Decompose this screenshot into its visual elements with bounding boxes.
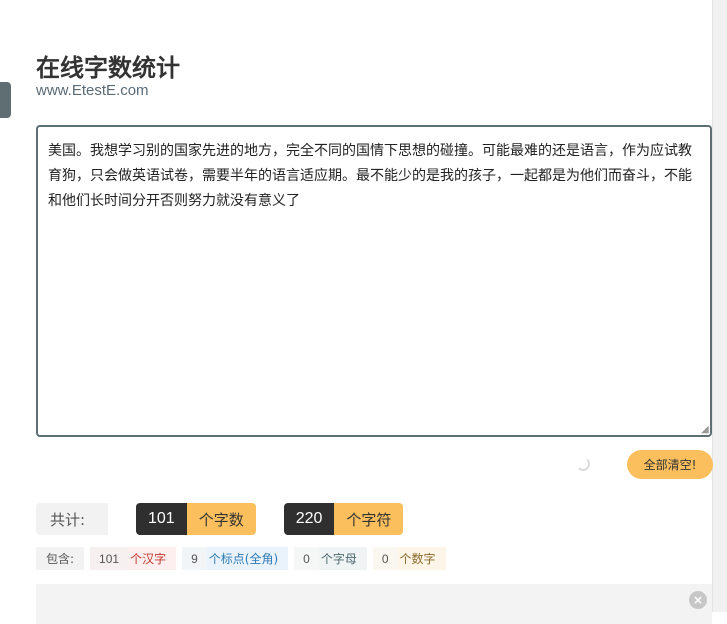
char-count-value: 101: [136, 503, 187, 535]
text-input[interactable]: 美国。我想学习别的国家先进的地方，完全不同的国情下思想的碰撞。可能最难的还是语言…: [36, 125, 712, 437]
digit-count-unit: 个数字: [397, 547, 446, 570]
digit-count-value: 0: [372, 547, 398, 570]
char-count-badge: 101 个字数: [136, 503, 256, 535]
loading-spinner-icon: [576, 457, 590, 471]
symbol-count-unit: 个字符: [334, 503, 404, 535]
punctuation-count-chip: 9 个标点(全角): [182, 547, 289, 570]
breakdown-stats: 包含: 101 个汉字 9 个标点(全角) 0 个字母 0 个数字: [36, 547, 446, 570]
page-title: 在线字数统计: [36, 54, 180, 82]
hanzi-count-unit: 个汉字: [128, 547, 177, 570]
char-count-unit: 个字数: [186, 503, 256, 535]
resize-handle-icon[interactable]: ◢: [701, 425, 711, 435]
total-label: 共计:: [36, 503, 108, 535]
info-panel: [36, 584, 712, 624]
site-url: www.EtestE.com: [36, 82, 149, 99]
punctuation-count-value: 9: [182, 547, 207, 570]
total-stats: 共计: 101 个字数 220 个字符: [36, 503, 404, 535]
punctuation-count-unit: 个标点(全角): [206, 547, 289, 570]
breakdown-label: 包含:: [36, 547, 85, 570]
digit-count-chip: 0 个数字: [372, 547, 446, 570]
letter-count-chip: 0 个字母: [294, 547, 367, 570]
clear-all-button[interactable]: 全部清空!: [627, 450, 713, 479]
close-icon[interactable]: ×: [689, 591, 707, 609]
symbol-count-value: 220: [283, 503, 335, 535]
letter-count-value: 0: [294, 547, 319, 570]
hanzi-count-chip: 101 个汉字: [90, 547, 177, 570]
side-tab[interactable]: [0, 82, 11, 118]
scrollbar[interactable]: [712, 0, 727, 612]
symbol-count-badge: 220 个字符: [283, 503, 404, 535]
letter-count-unit: 个字母: [318, 547, 367, 570]
hanzi-count-value: 101: [90, 547, 129, 570]
